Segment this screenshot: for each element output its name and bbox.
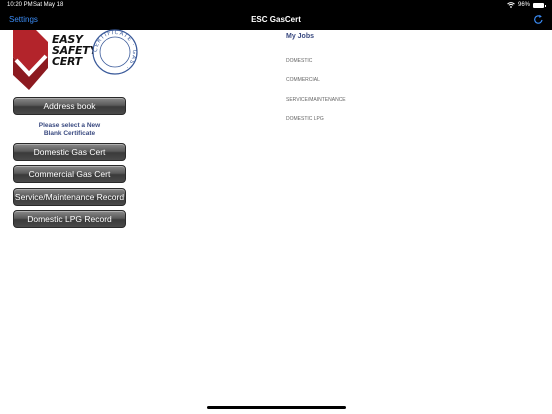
my-jobs-title: My Jobs bbox=[286, 33, 315, 40]
home-indicator[interactable] bbox=[207, 406, 346, 409]
select-certificate-prompt: Please select a New Blank Certificate bbox=[38, 122, 101, 137]
job-item-domestic[interactable]: DOMESTIC bbox=[286, 58, 312, 64]
status-date: Sat May 18 bbox=[33, 2, 64, 8]
status-time: 10:20 PM bbox=[7, 2, 33, 8]
logo-check-icon bbox=[13, 30, 48, 90]
settings-button[interactable]: Settings bbox=[9, 15, 38, 24]
commercial-gas-cert-button[interactable]: Commercial Gas Cert bbox=[13, 165, 126, 183]
easy-safety-cert-logo: EASY SAFETY CERT CERTIFICATE · GAS · bbox=[12, 29, 142, 92]
domestic-gas-cert-button[interactable]: Domestic Gas Cert bbox=[13, 143, 126, 161]
status-indicators: 96% bbox=[507, 1, 546, 9]
battery-icon bbox=[533, 2, 546, 8]
sidebar: EASY SAFETY CERT CERTIFICATE · GAS · Add… bbox=[0, 29, 138, 414]
top-bar: 10:20 PM Sat May 18 96% Settings ESC Gas… bbox=[0, 0, 552, 30]
service-maintenance-record-button[interactable]: Service/Maintenance Record bbox=[13, 188, 126, 206]
battery-percent: 96% bbox=[517, 2, 530, 8]
address-book-button[interactable]: Address book bbox=[13, 97, 126, 115]
page-title: ESC GasCert bbox=[251, 15, 301, 24]
job-item-domestic-lpg[interactable]: DOMESTIC LPG bbox=[286, 116, 324, 122]
wifi-icon bbox=[507, 2, 515, 8]
job-item-commercial[interactable]: COMMERCIAL bbox=[286, 77, 320, 83]
domestic-lpg-record-button[interactable]: Domestic LPG Record bbox=[13, 210, 126, 228]
refresh-icon[interactable] bbox=[533, 14, 544, 25]
certificate-seal-icon: CERTIFICATE · GAS · bbox=[92, 29, 138, 75]
job-item-service-maintenance[interactable]: SERVICE/MAINTENANCE bbox=[286, 97, 346, 103]
